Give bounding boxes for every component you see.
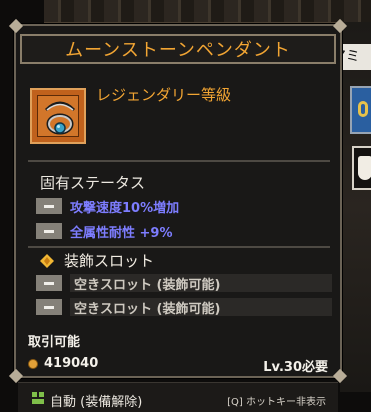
minus-icon — [36, 275, 62, 291]
unequip-icon[interactable] — [32, 392, 44, 404]
gem-icon — [40, 253, 54, 268]
stat-text: 全属性耐性 +9% — [70, 225, 173, 241]
background-item-slot[interactable] — [352, 146, 371, 190]
divider — [28, 246, 330, 248]
gold-coin-icon — [28, 358, 38, 369]
pendant-icon — [30, 88, 86, 144]
socket-slot-label: 空きスロット (装飾可能) — [74, 301, 221, 317]
level-requirement: Lv.30必要 — [263, 360, 328, 375]
bottom-action-bar: 自動 (装備解除) [Q] ホットキー非表示 — [18, 382, 338, 412]
price-row: 419040 — [28, 356, 98, 371]
stat-text: 攻撃速度10%増加 — [70, 200, 180, 216]
background-panel-right — [340, 22, 371, 392]
socket-slot-label: 空きスロット (装飾可能) — [74, 277, 221, 293]
hotkey-hint: [Q] ホットキー非表示 — [227, 397, 326, 408]
socket-slot: 空きスロット (装飾可能) — [36, 274, 332, 293]
item-title: ムーンストーンペンダント — [65, 40, 291, 61]
item-title-bar: ムーンストーンペンダント — [20, 34, 336, 64]
minus-icon — [36, 223, 62, 239]
price-value: 419040 — [44, 356, 99, 371]
item-tooltip: ムーンストーンペンダント レジェンダリー等級 固有ステータス 攻撃速度10%増加… — [8, 18, 348, 384]
background-item-slot[interactable] — [350, 86, 371, 134]
divider — [28, 160, 330, 162]
deco-slot-label: 装飾スロット — [64, 252, 155, 270]
auto-unequip-button[interactable]: 自動 (装備解除) — [50, 391, 142, 410]
background-frame-top — [44, 0, 371, 23]
tradable-status: 取引可能 — [28, 335, 81, 350]
inherent-stats-heading: 固有ステータス — [40, 174, 146, 192]
stat-row: 攻撃速度10%増加 — [36, 197, 180, 216]
stat-row: 全属性耐性 +9% — [36, 222, 173, 241]
socket-slot: 空きスロット (装飾可能) — [36, 298, 332, 317]
deco-slot-heading: 装飾スロット — [40, 250, 154, 271]
corner-ornament — [8, 368, 24, 384]
item-grade: レジェンダリー等級 — [96, 86, 232, 104]
minus-icon — [36, 198, 62, 214]
minus-icon — [36, 299, 62, 315]
corner-ornament — [8, 18, 24, 34]
